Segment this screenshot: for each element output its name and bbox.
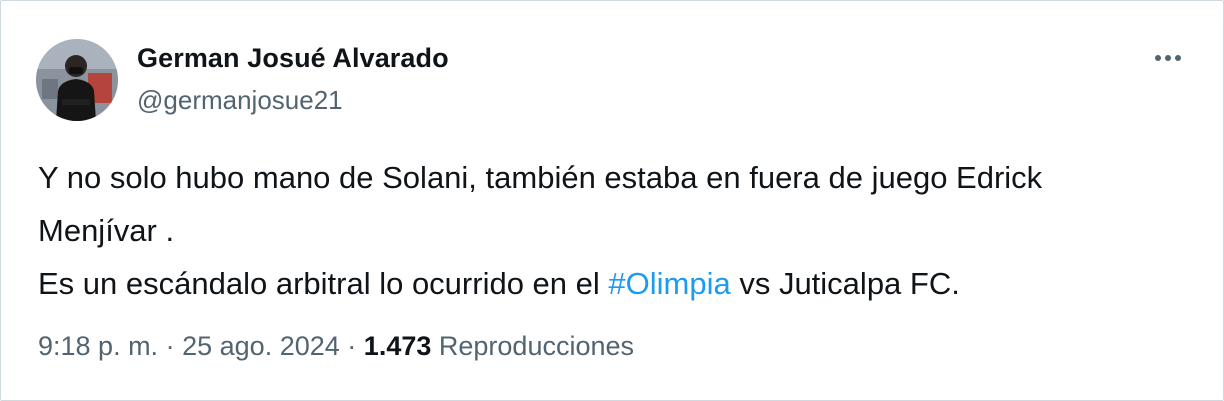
meta-separator: · [165,331,175,361]
tweet-time[interactable]: 9:18 p. m. [38,331,158,361]
tweet-text-line-3-start: Es un escándalo arbitral lo ocurrido en … [38,266,609,301]
views-label: Reproducciones [438,331,635,361]
ellipsis-icon [1155,55,1181,61]
author-handle[interactable]: @germanjosue21 [137,85,343,116]
views-count: 1.473 [363,331,432,361]
hashtag-link[interactable]: #Olimpia [608,266,730,301]
more-options-button[interactable] [1149,46,1189,70]
tweet-text-line-2: Menjívar . [38,213,175,248]
tweet-text-line-3: Es un escándalo arbitral lo ocurrido en … [38,257,1198,310]
tweet-text: Y no solo hubo mano de Solani, también e… [38,151,1198,310]
meta-separator: · [347,331,357,361]
tweet-card: German Josué Alvarado @germanjosue21 Y n… [0,0,1224,401]
author-name[interactable]: German Josué Alvarado [137,43,449,74]
tweet-date[interactable]: 25 ago. 2024 [182,331,340,361]
avatar-photo-icon [36,39,118,121]
tweet-text-line-3-end: vs Juticalpa FC. [730,266,960,301]
avatar[interactable] [36,39,118,121]
tweet-metadata: 9:18 p. m. · 25 ago. 2024 · 1.473 Reprod… [38,331,634,362]
tweet-text-line-1: Y no solo hubo mano de Solani, también e… [38,160,1043,195]
